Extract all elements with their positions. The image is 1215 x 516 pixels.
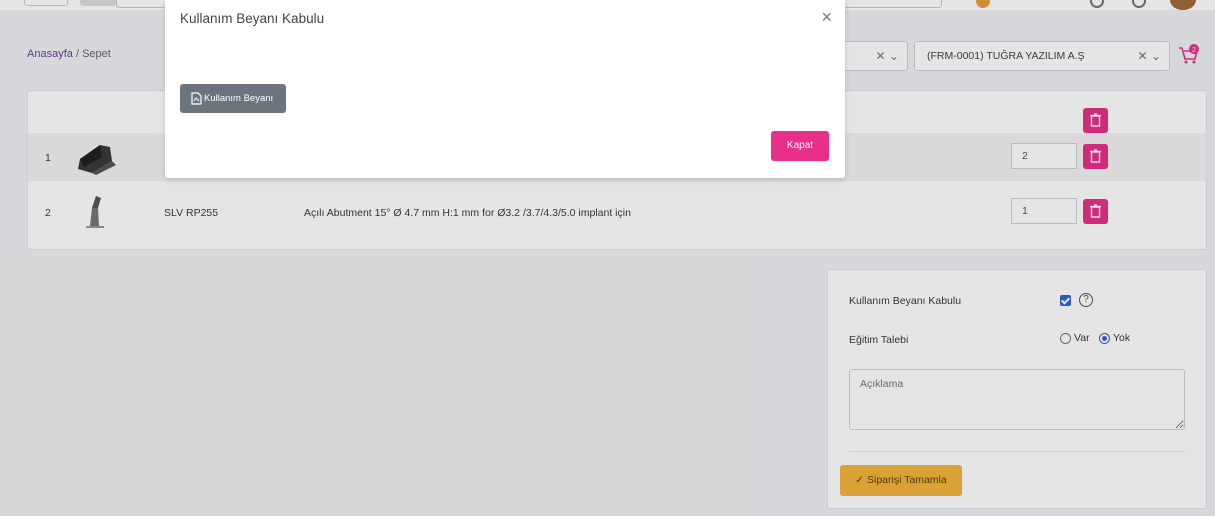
terms-document-button-label: Kullanım Beyanı (204, 93, 274, 104)
pdf-file-icon (191, 92, 202, 105)
modal-close-button[interactable]: Kapat (771, 131, 829, 161)
close-icon[interactable]: × (821, 7, 832, 28)
terms-document-button[interactable]: Kullanım Beyanı (180, 84, 286, 113)
modal-title: Kullanım Beyanı Kabulu (180, 11, 325, 26)
terms-modal: Kullanım Beyanı Kabulu × Kullanım Beyanı… (165, 0, 845, 178)
